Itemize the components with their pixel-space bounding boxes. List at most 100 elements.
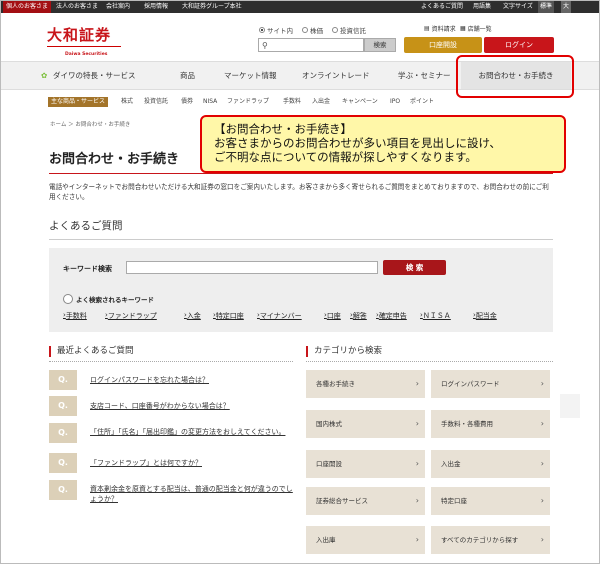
keyword-link[interactable]: › ファンドラップ — [105, 311, 157, 320]
site-search-input[interactable]: ⚲ — [258, 38, 364, 52]
category-domestic-stocks[interactable]: 国内株式 › — [306, 410, 425, 438]
font-size-standard-button[interactable]: 標準 — [538, 1, 555, 13]
highlight-frame — [456, 55, 574, 98]
keyword-text: 手数料 — [65, 312, 87, 320]
category-procedures[interactable]: 各種お手続き › — [306, 370, 425, 398]
gnav-learn[interactable]: 学ぶ・セミナー — [398, 62, 451, 90]
subnav-item[interactable]: キャンペーン — [342, 97, 378, 107]
category-all[interactable]: すべてのカテゴリから探す › — [431, 526, 550, 554]
category-specific-account[interactable]: 特定口座 › — [431, 487, 550, 515]
frequent-keywords-label: よく検索されるキーワード — [76, 296, 154, 304]
category-label: 各種お手続き — [316, 380, 355, 388]
gnav-products[interactable]: 商品 — [180, 62, 195, 90]
keyword-link[interactable]: › 解答 — [350, 311, 367, 320]
radio-icon — [332, 27, 338, 33]
breadcrumb: ホーム ＞ お問合わせ・お手続き — [50, 122, 131, 128]
chevron-right-icon: › — [415, 459, 419, 468]
keyword-link[interactable]: › ＮＩＳＡ — [420, 311, 451, 320]
subnav-item[interactable]: NISA — [203, 97, 217, 107]
category-transfer[interactable]: 入出庫 › — [306, 526, 425, 554]
keyword-input[interactable] — [126, 261, 378, 274]
radio-stock-label: 株価 — [310, 27, 323, 35]
top-link-faq[interactable]: よくあるご質問 — [421, 1, 463, 13]
subnav-item[interactable]: IPO — [390, 97, 400, 107]
keyword-text: 口座 — [326, 312, 341, 320]
intro-text: 電話やインターネットでお問合わせいただける大和証券の窓口をご案内いたします。お客… — [49, 183, 549, 201]
keyword-link[interactable]: › 入金 — [184, 311, 201, 320]
frequent-keywords-toggle[interactable]: よく検索されるキーワード — [63, 294, 154, 304]
recent-divider — [49, 361, 293, 362]
subnav-item[interactable]: 手数料 — [283, 97, 301, 107]
q-badge: Q. — [49, 480, 77, 500]
keyword-link[interactable]: › 特定口座 — [213, 311, 244, 320]
top-bar: 個人のお客さま 法人のお客さま 会社案内 採用情報 大和証券グループ本社 よくあ… — [1, 1, 599, 13]
category-deposit-withdrawal[interactable]: 入出金 › — [431, 450, 550, 478]
shop-list-link[interactable]: ▦ 店舗一覧 — [460, 24, 492, 33]
font-size-large-button[interactable]: 大 — [561, 1, 572, 13]
side-scroll-tab[interactable] — [560, 394, 580, 418]
category-label: 証券総合サービス — [316, 497, 368, 505]
faq-item[interactable]: 支店コード、口座番号がわからない場合は？ — [90, 401, 296, 411]
chevron-right-icon: › — [415, 379, 419, 388]
gnav-online-trade[interactable]: オンライントレード — [302, 62, 370, 90]
material-request-link[interactable]: ▤ 資料請求 — [424, 24, 456, 33]
logo-text: 大和証券 — [47, 26, 112, 44]
category-label: 国内株式 — [316, 420, 342, 428]
q-badge: Q. — [49, 396, 77, 416]
gnav-features[interactable]: ダイワの特長・サービス — [53, 62, 136, 90]
subnav-item[interactable]: 投資信託 — [144, 97, 168, 107]
category-account-opening[interactable]: 口座開設 › — [306, 450, 425, 478]
shop-list-label: 店舗一覧 — [467, 26, 492, 33]
top-link-individual[interactable]: 個人のお客さま — [3, 1, 52, 13]
leaf-icon: ✿ — [41, 71, 48, 80]
chevron-right-icon: › — [540, 496, 544, 505]
radio-icon — [302, 27, 308, 33]
search-scope-radios: サイト内 株価 投資信託 — [259, 25, 366, 35]
login-button[interactable]: ログイン — [484, 37, 554, 53]
top-link-glossary[interactable]: 用語集 — [473, 1, 491, 13]
keyword-link[interactable]: › 確定申告 — [376, 311, 407, 320]
faq-item[interactable]: ログインパスワードを忘れた場合は？ — [90, 375, 296, 385]
subnav-item[interactable]: ファンドラップ — [227, 97, 269, 107]
radio-site[interactable]: サイト内 — [259, 25, 293, 35]
faq-item[interactable]: 資本剰余金を原資とする配当は、普通の配当金と何が違うのでしょうか？ — [90, 484, 296, 504]
top-link-group[interactable]: 大和証券グループ本社 — [179, 1, 245, 13]
open-account-button[interactable]: 口座開設 — [404, 37, 482, 53]
site-search-button[interactable]: 検索 — [364, 38, 396, 52]
keyword-text: ＮＩＳＡ — [422, 312, 451, 320]
top-link-corporate[interactable]: 法人のお客さま — [53, 1, 101, 13]
category-fees[interactable]: 手数料・各種費用 › — [431, 410, 550, 438]
category-login-password[interactable]: ログインパスワード › — [431, 370, 550, 398]
keyword-link[interactable]: › 手数料 — [63, 311, 87, 320]
subnav-item[interactable]: 株式 — [121, 97, 133, 107]
faq-item[interactable]: 「住所」「氏名」「届出印鑑」の変更方法をおしえてください。 — [90, 427, 296, 437]
top-link-company[interactable]: 会社案内 — [103, 1, 133, 13]
subnav-item[interactable]: 入出金 — [312, 97, 330, 107]
keyword-link[interactable]: › 口座 — [324, 311, 341, 320]
gnav-market[interactable]: マーケット情報 — [224, 62, 277, 90]
keyword-link[interactable]: › マイナンバー — [257, 311, 302, 320]
chevron-right-icon: › — [415, 419, 419, 428]
keyword-text: 配当金 — [475, 312, 497, 320]
keyword-label: キーワード検索 — [63, 265, 112, 273]
top-link-recruit[interactable]: 採用情報 — [141, 1, 171, 13]
faq-item[interactable]: 「ファンドラップ」とは何ですか？ — [90, 458, 296, 468]
radio-fund[interactable]: 投資信託 — [332, 25, 366, 35]
building-icon: ▦ — [460, 25, 466, 32]
daiwa-logo[interactable]: 大和証券 Daiwa Securities — [47, 26, 121, 57]
subnav-item[interactable]: ポイント — [410, 97, 434, 107]
keyword-text: 入金 — [186, 312, 201, 320]
keyword-search-button[interactable]: 検 索 — [383, 260, 446, 275]
category-label: すべてのカテゴリから探す — [441, 536, 519, 544]
keyword-link[interactable]: › 配当金 — [473, 311, 497, 320]
chevron-right-icon: › — [415, 496, 419, 505]
keyword-text: 特定口座 — [215, 312, 244, 320]
font-size-label: 文字サイズ — [503, 3, 533, 10]
category-divider — [306, 361, 553, 362]
radio-stock[interactable]: 株価 — [302, 25, 323, 35]
material-request-label: 資料請求 — [431, 26, 456, 33]
subnav-item[interactable]: 債券 — [181, 97, 193, 107]
category-securities-service[interactable]: 証券総合サービス › — [306, 487, 425, 515]
keyword-text: 解答 — [352, 312, 367, 320]
chevron-right-icon: › — [415, 535, 419, 544]
